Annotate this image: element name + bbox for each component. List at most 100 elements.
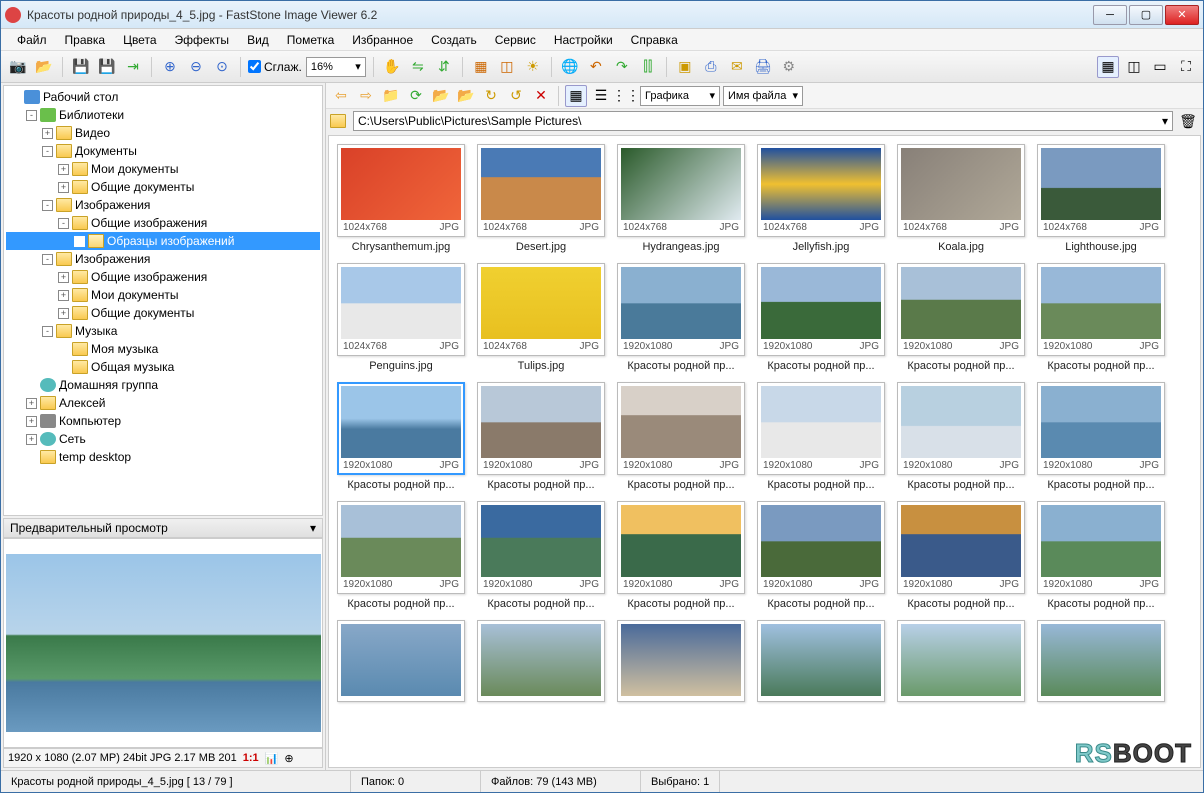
menu-файл[interactable]: Файл	[9, 31, 55, 49]
thumbnail[interactable]	[757, 620, 885, 706]
delete-icon[interactable]: ✕	[530, 85, 552, 107]
thumbnail[interactable]: 1920x1080JPGКрасоты родной пр...	[897, 501, 1025, 610]
tree-item[interactable]: +Видео	[6, 124, 320, 142]
settings-icon[interactable]: ⚙	[778, 56, 800, 78]
thumbnail[interactable]: 1024x768JPGPenguins.jpg	[337, 263, 465, 372]
thumbnail[interactable]: 1920x1080JPGКрасоты родной пр...	[757, 501, 885, 610]
flip-h-icon[interactable]: ⇋	[407, 56, 429, 78]
expander-icon[interactable]: -	[58, 218, 69, 229]
canvas-icon[interactable]: ◫	[496, 56, 518, 78]
menu-правка[interactable]: Правка	[57, 31, 114, 49]
thumbnail[interactable]: 1024x768JPGKoala.jpg	[897, 144, 1025, 253]
expander-icon[interactable]: -	[26, 110, 37, 121]
thumbnail[interactable]: 1920x1080JPGКрасоты родной пр...	[617, 382, 745, 491]
thumbnail[interactable]: 1920x1080JPGКрасоты родной пр...	[757, 263, 885, 372]
refresh-icon[interactable]: ⟳	[405, 85, 427, 107]
thumbnail[interactable]: 1920x1080JPGКрасоты родной пр...	[897, 263, 1025, 372]
menu-справка[interactable]: Справка	[623, 31, 686, 49]
recycle-icon[interactable]: 🗑	[1177, 110, 1199, 132]
menu-вид[interactable]: Вид	[239, 31, 277, 49]
thumbnail[interactable]	[477, 620, 605, 706]
tree-item[interactable]: +Мои документы	[6, 286, 320, 304]
adjust-icon[interactable]: ☀	[522, 56, 544, 78]
resize-icon[interactable]: ▦	[470, 56, 492, 78]
view-split-icon[interactable]: ◫	[1123, 56, 1145, 78]
thumbnail[interactable]: 1024x768JPGHydrangeas.jpg	[617, 144, 745, 253]
minimize-button[interactable]: ─	[1093, 5, 1127, 25]
thumbnail[interactable]: 1024x768JPGLighthouse.jpg	[1037, 144, 1165, 253]
fav-icon[interactable]: 📂	[430, 85, 452, 107]
expander-icon[interactable]	[10, 92, 21, 103]
effects-icon[interactable]: 🌐	[559, 56, 581, 78]
expander-icon[interactable]: -	[42, 326, 53, 337]
expander-icon[interactable]	[58, 362, 69, 373]
menu-избранное[interactable]: Избранное	[344, 31, 421, 49]
thumbnail-pane[interactable]: 1024x768JPGChrysanthemum.jpg1024x768JPGD…	[328, 135, 1201, 768]
expander-icon[interactable]: +	[58, 308, 69, 319]
expander-icon[interactable]: +	[26, 434, 37, 445]
maximize-button[interactable]: ▢	[1129, 5, 1163, 25]
expander-icon[interactable]	[58, 344, 69, 355]
flip-v-icon[interactable]: ⇵	[433, 56, 455, 78]
expander-icon[interactable]: +	[26, 398, 37, 409]
up-icon[interactable]: 📁	[380, 85, 402, 107]
menu-эффекты[interactable]: Эффекты	[167, 31, 238, 49]
view-list-icon[interactable]: ☰	[590, 85, 612, 107]
expander-icon[interactable]: +	[58, 182, 69, 193]
move-to-icon[interactable]: ↺	[505, 85, 527, 107]
slideshow-icon[interactable]: ▣	[674, 56, 696, 78]
thumbnail[interactable]: 1024x768JPGChrysanthemum.jpg	[337, 144, 465, 253]
thumbnail[interactable]: 1920x1080JPGКрасоты родной пр...	[897, 382, 1025, 491]
view-mode-select[interactable]: Графика▾	[640, 86, 720, 106]
tree-item[interactable]: +Мои документы	[6, 160, 320, 178]
thumbnail[interactable]: 1920x1080JPGКрасоты родной пр...	[337, 501, 465, 610]
preview-image[interactable]	[3, 538, 323, 748]
compare-icon[interactable]: ⫿⫿	[637, 56, 659, 78]
thumbnail[interactable]: 1024x768JPGTulips.jpg	[477, 263, 605, 372]
expander-icon[interactable]: +	[42, 128, 53, 139]
view-thumbs-icon[interactable]: ▦	[1097, 56, 1119, 78]
expander-icon[interactable]	[26, 380, 37, 391]
export-icon[interactable]: ⇥	[122, 56, 144, 78]
thumbnail[interactable]: 1024x768JPGJellyfish.jpg	[757, 144, 885, 253]
save-as-icon[interactable]: 💾	[96, 56, 118, 78]
zoom-out-icon[interactable]: ⊖	[185, 56, 207, 78]
acquire-icon[interactable]: 📷	[7, 56, 29, 78]
tree-item[interactable]: -Музыка	[6, 322, 320, 340]
tree-item[interactable]: +Алексей	[6, 394, 320, 412]
zoom-fit-icon[interactable]: ⊙	[211, 56, 233, 78]
thumbnail[interactable]: 1920x1080JPGКрасоты родной пр...	[757, 382, 885, 491]
menu-цвета[interactable]: Цвета	[115, 31, 164, 49]
tree-item[interactable]: +Компьютер	[6, 412, 320, 430]
tree-item[interactable]: +Общие изображения	[6, 268, 320, 286]
fav2-icon[interactable]: 📂	[455, 85, 477, 107]
view-full-icon[interactable]: ⛶	[1175, 56, 1197, 78]
tree-item[interactable]: Образцы изображений	[6, 232, 320, 250]
thumbnail[interactable]: 1024x768JPGDesert.jpg	[477, 144, 605, 253]
tree-item[interactable]: -Документы	[6, 142, 320, 160]
folder-tree[interactable]: Рабочий стол-Библиотеки+Видео-Документы+…	[3, 85, 323, 516]
view-single-icon[interactable]: ▭	[1149, 56, 1171, 78]
thumbnail[interactable]: 1920x1080JPGКрасоты родной пр...	[617, 501, 745, 610]
tree-item[interactable]: Моя музыка	[6, 340, 320, 358]
thumbnail[interactable]: 1920x1080JPGКрасоты родной пр...	[477, 501, 605, 610]
thumbnail[interactable]: 1920x1080JPGКрасоты родной пр...	[337, 382, 465, 491]
thumbnail[interactable]	[617, 620, 745, 706]
address-input[interactable]: C:\Users\Public\Pictures\Sample Pictures…	[353, 111, 1173, 131]
tree-item[interactable]: temp desktop	[6, 448, 320, 466]
view-large-icon[interactable]: ▦	[565, 85, 587, 107]
histogram-icon[interactable]: 📊	[265, 752, 279, 765]
locate-icon[interactable]: ⊕	[284, 752, 293, 765]
tree-item[interactable]: +Сеть	[6, 430, 320, 448]
tree-item[interactable]: -Общие изображения	[6, 214, 320, 232]
menu-настройки[interactable]: Настройки	[546, 31, 621, 49]
copy-to-icon[interactable]: ↻	[480, 85, 502, 107]
tree-item[interactable]: Рабочий стол	[6, 88, 320, 106]
thumbnail[interactable]: 1920x1080JPGКрасоты родной пр...	[1037, 263, 1165, 372]
smooth-checkbox[interactable]: Сглаж.	[248, 60, 302, 74]
back-icon[interactable]: ⇦	[330, 85, 352, 107]
tree-item[interactable]: +Общие документы	[6, 304, 320, 322]
menu-сервис[interactable]: Сервис	[487, 31, 544, 49]
save-icon[interactable]: 💾	[70, 56, 92, 78]
thumbnail[interactable]: 1920x1080JPGКрасоты родной пр...	[477, 382, 605, 491]
